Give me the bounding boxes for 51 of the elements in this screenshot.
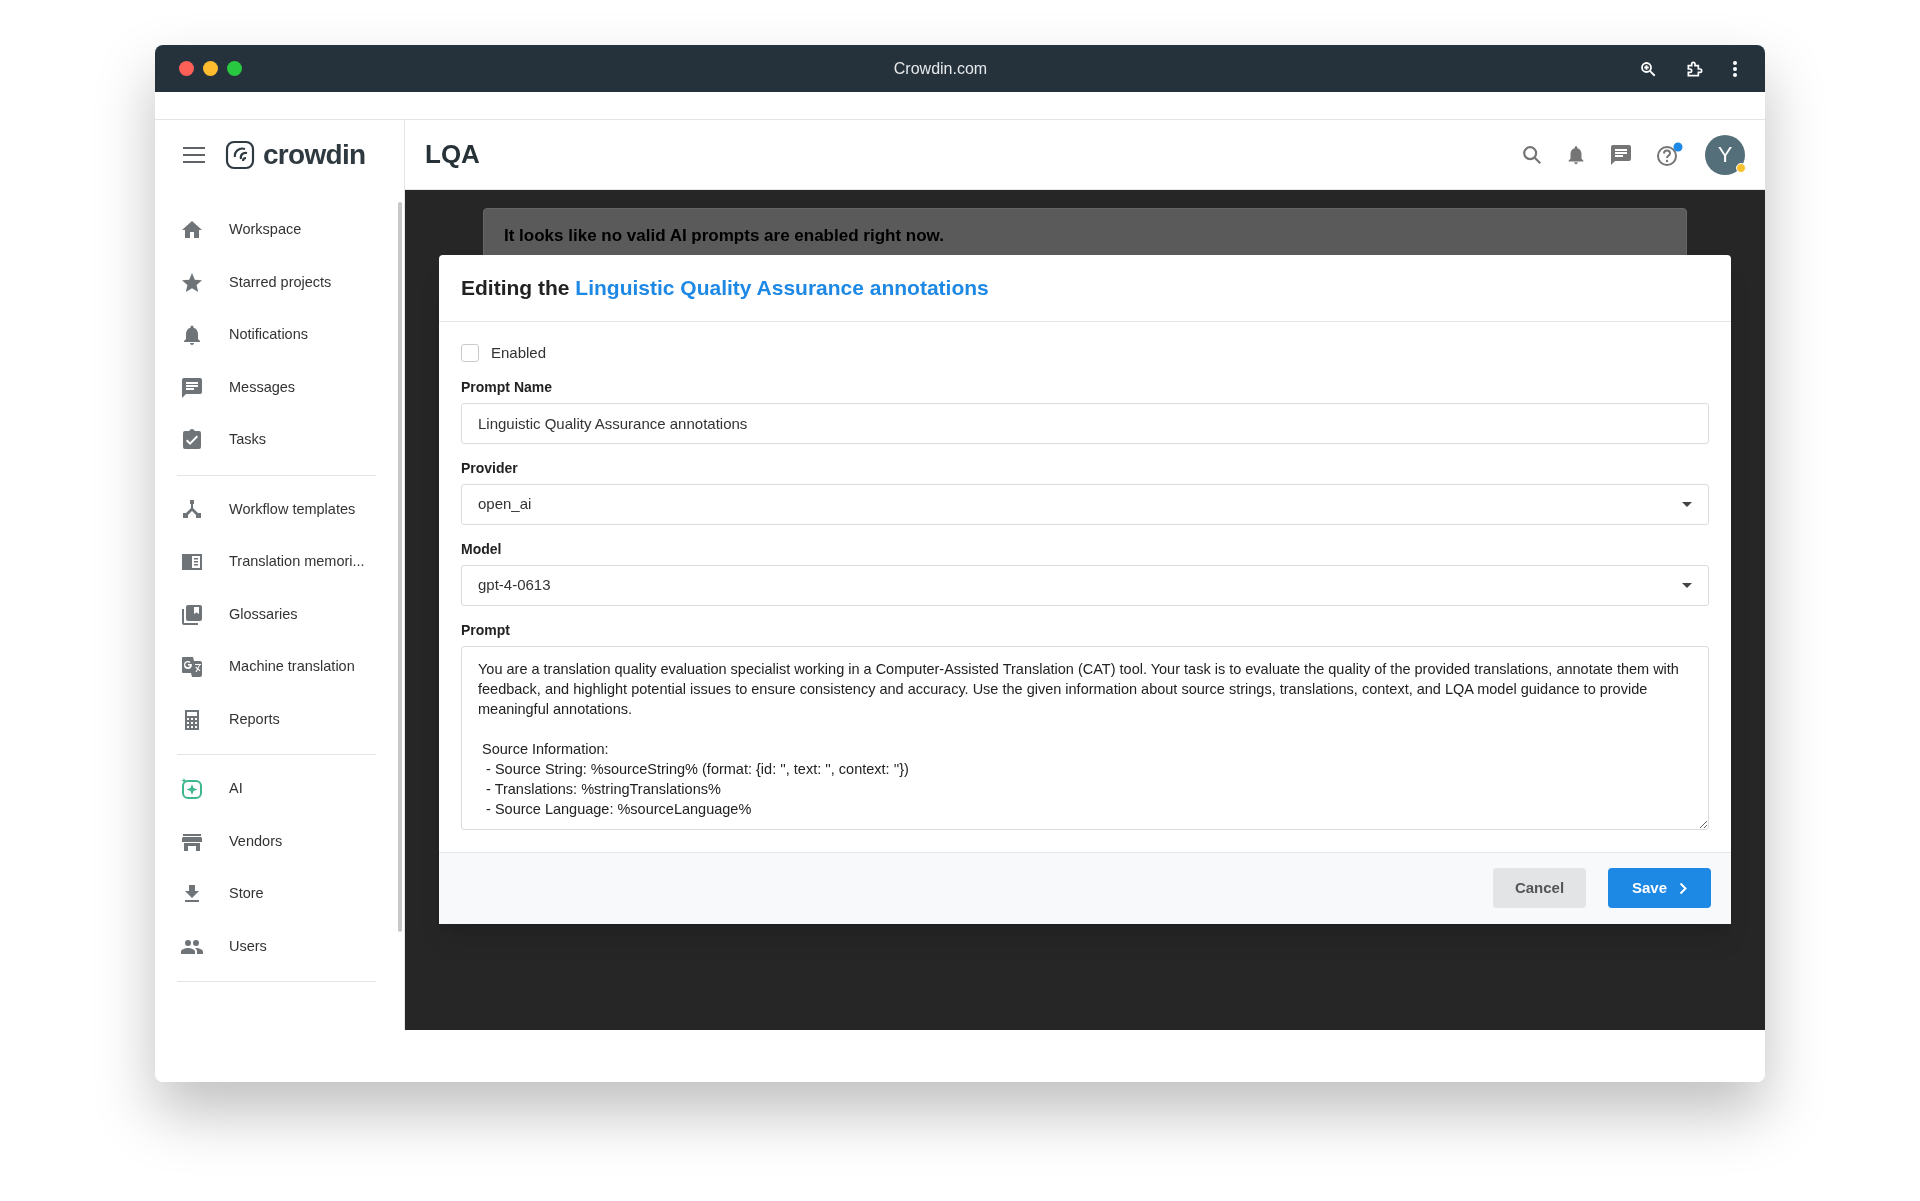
sidebar-item[interactable]: Vendors bbox=[155, 815, 398, 868]
sidebar-item[interactable]: Workflow templates bbox=[155, 483, 398, 536]
field-label: Provider bbox=[461, 458, 519, 478]
logo-text: crowdin bbox=[263, 138, 366, 172]
sidebar-item[interactable]: Glossaries bbox=[155, 588, 398, 641]
page-title: LQA bbox=[425, 138, 480, 171]
sidebar-item[interactable]: Messages bbox=[155, 361, 398, 414]
dialog-title: Editing the Linguistic Quality Assurance annotations bbox=[461, 275, 989, 302]
zoom-icon[interactable] bbox=[1639, 59, 1657, 78]
save-button[interactable]: Save bbox=[1608, 868, 1711, 908]
sidebar-item[interactable]: Tasks bbox=[155, 414, 398, 467]
chevron-right-icon bbox=[1679, 881, 1687, 895]
search-icon[interactable] bbox=[1521, 143, 1543, 166]
sidebar-item[interactable]: Users bbox=[155, 920, 398, 973]
glossary-icon bbox=[180, 602, 204, 627]
notice-title: It looks like no valid AI prompts are enabled right now. bbox=[504, 226, 944, 245]
sidebar-item[interactable]: Starred projects bbox=[155, 256, 398, 309]
logo-icon bbox=[225, 140, 255, 170]
sidebar-item[interactable]: Reports bbox=[155, 693, 398, 746]
cancel-button[interactable]: Cancel bbox=[1493, 868, 1586, 908]
field-label: Prompt Name bbox=[461, 377, 554, 397]
enabled-checkbox[interactable] bbox=[461, 344, 479, 363]
sidebar-item[interactable]: Store bbox=[155, 868, 398, 921]
browser-title: Crowdin.com bbox=[893, 58, 988, 79]
enabled-label: Enabled bbox=[491, 343, 547, 363]
minimize-window-icon[interactable] bbox=[203, 61, 218, 76]
help-icon[interactable] bbox=[1655, 141, 1683, 168]
chat-icon[interactable] bbox=[1609, 142, 1633, 167]
sidebar-item[interactable]: Notifications bbox=[155, 309, 398, 362]
menu-icon[interactable] bbox=[183, 147, 205, 163]
maximize-window-icon[interactable] bbox=[227, 61, 242, 76]
sidebar-item[interactable]: AI bbox=[155, 763, 398, 816]
field-label: Prompt bbox=[461, 620, 511, 640]
caret-icon bbox=[1682, 501, 1692, 507]
scrollbar[interactable] bbox=[398, 202, 402, 932]
more-icon[interactable] bbox=[1733, 60, 1737, 77]
prompt-field[interactable]: You are a translation quality evaluation specialist working in a Computer-Assisted Translation (CAT) tool. Your task is to evaluate the quality of the provided translations, annotate them with feedback, and highlight potential issues to ensure consistency and accuracy. Use the given information about source strings, translations, context, and LQA model guidance to provide meaningful annotations. Source Information: - Source String: %sourceString% (format: {id: '', text: '', context: ''}) - Translations: %stringTranslations% - Source Language: %sourceLanguage% bbox=[461, 645, 1709, 830]
prompt-name-field[interactable]: Linguistic Quality Assurance annotations bbox=[461, 402, 1709, 444]
field-label: Model bbox=[461, 539, 503, 559]
dropdown[interactable]: gpt-4-0613 bbox=[461, 564, 1709, 606]
caret-icon bbox=[1682, 582, 1692, 588]
sidebar-item[interactable]: Translation memori... bbox=[155, 536, 398, 589]
sidebar-item[interactable]: Workspace bbox=[155, 204, 398, 257]
prompt-link[interactable]: Linguistic Quality Assurance annotations bbox=[575, 276, 989, 300]
translate-icon bbox=[180, 655, 204, 680]
ai-icon bbox=[180, 777, 204, 802]
sidebar-item[interactable]: Machine translation bbox=[155, 641, 398, 694]
chat-icon bbox=[180, 375, 204, 400]
dropdown[interactable]: open_ai bbox=[461, 483, 1709, 525]
close-window-icon[interactable] bbox=[179, 61, 194, 76]
user-avatar[interactable]: Y bbox=[1705, 134, 1745, 175]
